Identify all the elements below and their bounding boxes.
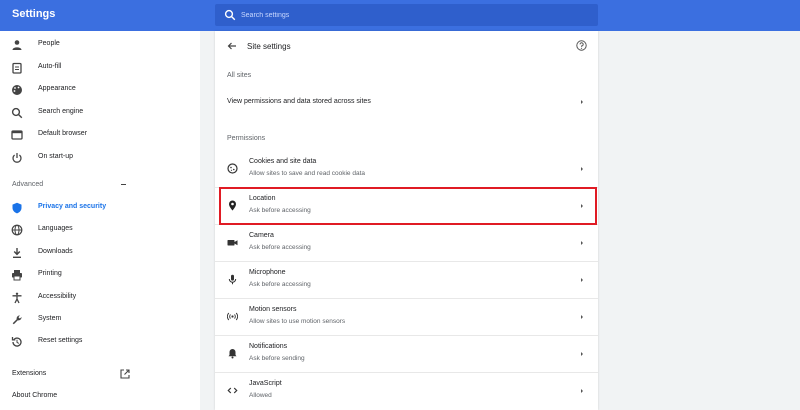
top-bar: Settings [0,0,800,31]
sidebar-item-people[interactable]: People [0,34,200,56]
sidebar-item-printing[interactable]: Printing [0,264,200,286]
sidebar-item-autofill[interactable]: Auto-fill [0,57,200,79]
clipboard-icon [12,62,22,74]
permission-subtitle: Ask before accessing [249,281,311,288]
permission-title: JavaScript [249,380,282,387]
page-title: Site settings [247,42,291,51]
sidebar-item-label: Printing [38,270,62,277]
search-icon [11,107,23,119]
person-icon [12,40,22,50]
sidebar-item-search-engine[interactable]: Search engine [0,102,200,124]
cookie-icon [227,163,238,174]
sidebar: People Auto-fill Appearance Search engin… [0,31,200,410]
sidebar-item-on-startup[interactable]: On start-up [0,147,200,169]
wrench-icon [12,315,22,325]
globe-icon [11,224,23,236]
sidebar-item-default-browser[interactable]: Default browser [0,124,200,146]
chevron-right-icon [581,278,583,282]
power-icon [12,153,22,163]
search-input[interactable] [241,8,581,22]
permission-microphone[interactable]: Microphone Ask before accessing [215,262,598,298]
advanced-label: Advanced [12,181,44,188]
permission-subtitle: Allow sites to use motion sensors [249,318,346,325]
sidebar-item-languages[interactable]: Languages [0,219,200,241]
sidebar-item-reset-settings[interactable]: Reset settings [0,331,200,353]
chevron-right-icon [581,389,583,393]
permission-motion-sensors[interactable]: Motion sensors Allow sites to use motion… [215,299,598,335]
extensions-link[interactable]: Extensions [12,370,46,377]
sidebar-item-label: System [38,315,62,322]
sidebar-item-label: Appearance [38,85,76,92]
about-chrome-link[interactable]: About Chrome [12,392,57,399]
permission-subtitle: Ask before accessing [249,244,311,251]
permissions-heading: Permissions [227,135,266,142]
permission-notifications[interactable]: Notifications Ask before sending [215,336,598,372]
permission-javascript[interactable]: JavaScript Allowed [215,373,598,409]
sidebar-item-privacy-security[interactable]: Privacy and security [0,197,200,219]
permission-title: Cookies and site data [249,158,317,165]
sidebar-item-label: Search engine [38,108,84,115]
permission-title: Camera [249,232,274,239]
chevron-right-icon [581,315,583,319]
code-icon [227,387,238,394]
microphone-icon [228,274,237,285]
download-icon [13,248,21,259]
all-sites-link-label: View permissions and data stored across … [227,98,371,105]
permission-subtitle: Allow sites to save and read cookie data [249,170,365,177]
help-icon[interactable] [576,40,587,51]
sidebar-item-label: Languages [38,225,73,232]
palette-icon [12,85,22,95]
chevron-right-icon [581,241,583,245]
printer-icon [12,270,22,281]
permission-title: Motion sensors [249,306,297,313]
bell-icon [228,349,237,359]
permission-camera[interactable]: Camera Ask before accessing [215,225,598,261]
search-icon [224,9,236,21]
sidebar-item-appearance[interactable]: Appearance [0,79,200,101]
reset-icon [11,337,22,347]
permission-subtitle: Ask before sending [249,355,305,362]
sidebar-item-label: Privacy and security [38,203,107,210]
shield-icon [12,202,22,214]
sidebar-item-label: People [38,40,60,47]
sidebar-item-label: Auto-fill [38,63,62,70]
permission-title: Notifications [249,343,288,350]
permission-title: Microphone [249,269,286,276]
location-highlight-box [219,187,597,225]
external-link-icon[interactable] [120,369,130,379]
camera-icon [227,240,238,246]
search-box[interactable] [215,4,598,26]
sidebar-item-label: Default browser [38,130,88,137]
collapse-icon[interactable] [121,184,126,186]
card-header: Site settings [215,31,598,61]
accessibility-icon [12,292,22,304]
sidebar-item-label: On start-up [38,153,74,160]
back-arrow-icon[interactable] [227,41,237,51]
sidebar-item-label: Downloads [38,248,73,255]
browser-icon [11,130,23,140]
permission-cookies[interactable]: Cookies and site data Allow sites to sav… [215,151,598,187]
app-title: Settings [12,8,56,20]
motion-sensor-icon [227,312,238,321]
chevron-right-icon [581,100,583,104]
sidebar-item-downloads[interactable]: Downloads [0,242,200,264]
all-sites-link[interactable]: View permissions and data stored across … [215,91,598,113]
chevron-right-icon [581,352,583,356]
sidebar-item-accessibility[interactable]: Accessibility [0,287,200,309]
sidebar-item-system[interactable]: System [0,309,200,331]
sidebar-item-label: Accessibility [38,293,77,300]
permission-subtitle: Allowed [249,392,272,399]
sidebar-item-label: Reset settings [38,337,83,344]
all-sites-heading: All sites [227,72,252,79]
chevron-right-icon [581,167,583,171]
